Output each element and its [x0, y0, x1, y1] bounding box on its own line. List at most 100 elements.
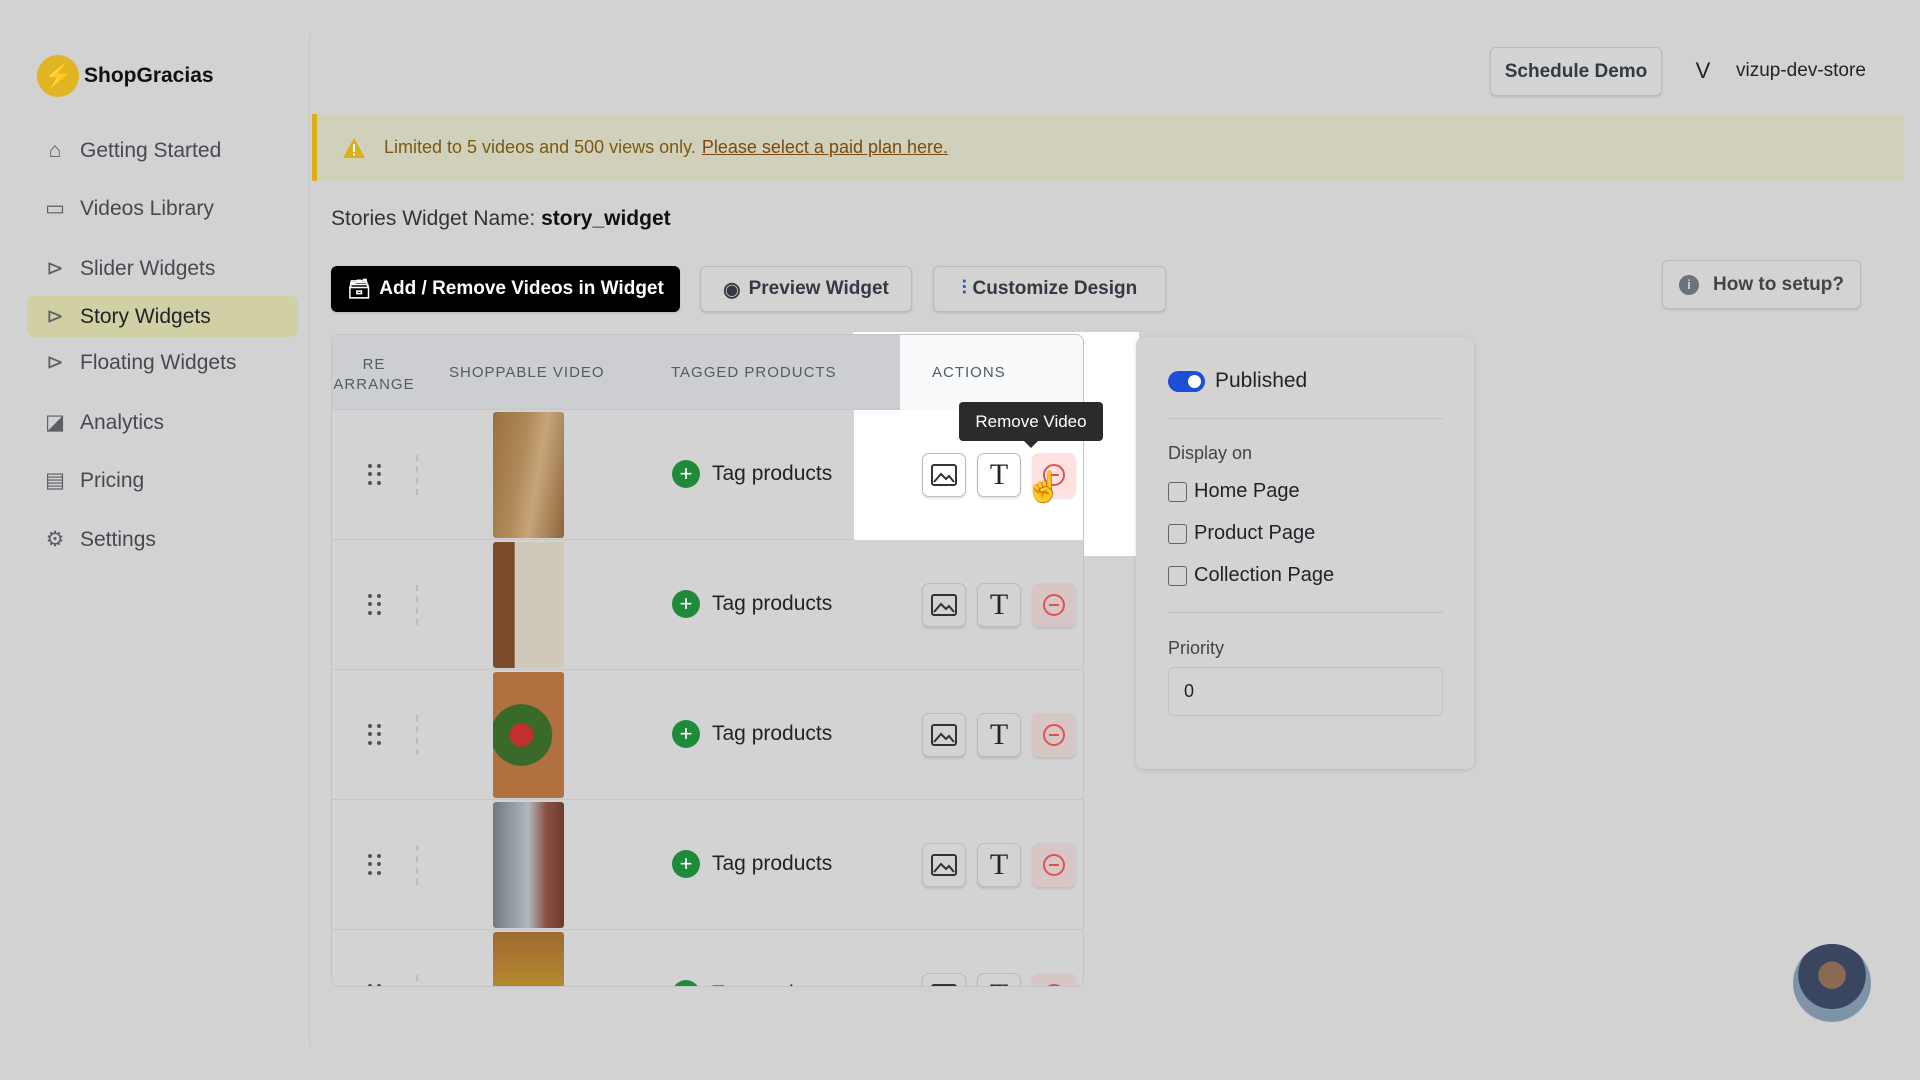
sidebar-item-floating-widgets[interactable]: ⊳ Floating Widgets: [27, 342, 298, 383]
brand-name: ShopGracias: [84, 64, 214, 87]
drag-handle-icon[interactable]: [368, 724, 382, 746]
sidebar-item-slider-widgets[interactable]: ⊳ Slider Widgets: [27, 248, 298, 289]
sidebar-item-label: Getting Started: [80, 138, 222, 162]
remove-video-button[interactable]: [1032, 843, 1076, 887]
sidebar-item-videos-library[interactable]: ▭ Videos Library: [27, 188, 298, 229]
text-icon: T: [990, 978, 1008, 986]
chart-icon: ◪: [45, 411, 65, 434]
drag-handle-icon[interactable]: [368, 984, 382, 986]
banner-text: Limited to 5 videos and 500 views only.: [384, 137, 696, 157]
drag-handle-icon[interactable]: [368, 594, 382, 616]
remove-video-button[interactable]: [1032, 713, 1076, 757]
play-circle-icon: ⊳: [46, 257, 64, 280]
priority-label: Priority: [1168, 638, 1225, 658]
checkbox[interactable]: [1168, 523, 1187, 544]
set-cover-image-button[interactable]: [922, 973, 966, 986]
sidebar-divider: [309, 34, 310, 1046]
published-label: Published: [1215, 369, 1308, 392]
sidebar-item-label: Story Widgets: [80, 304, 211, 328]
tag-products-button[interactable]: +Tag products: [672, 720, 832, 748]
hand-cursor-icon: ☝: [1025, 471, 1063, 504]
store-name[interactable]: vizup-dev-store: [1736, 60, 1866, 82]
add-remove-videos-button[interactable]: 🗃 Add / Remove Videos in Widget: [331, 266, 680, 312]
sidebar-item-label: Slider Widgets: [80, 256, 216, 280]
sidebar-item-story-widgets[interactable]: ⊳ Story Widgets: [27, 296, 298, 337]
tag-products-button[interactable]: +Tag products: [672, 590, 832, 618]
table-row: +Tag products T: [332, 540, 1083, 670]
tag-products-button[interactable]: +Tag products: [672, 980, 832, 986]
home-icon: ⌂: [48, 138, 62, 162]
widget-name: Stories Widget Name: story_widget: [331, 207, 671, 231]
header-video: SHOPPABLE VIDEO: [449, 364, 605, 381]
checkbox[interactable]: [1168, 481, 1187, 502]
priority-input[interactable]: 0: [1168, 667, 1443, 716]
display-collection-page-option[interactable]: Collection Page: [1168, 564, 1334, 587]
set-cover-image-button[interactable]: [922, 843, 966, 887]
sidebar-item-label: Videos Library: [80, 196, 214, 220]
video-thumbnail[interactable]: [493, 932, 564, 986]
image-icon: [931, 594, 957, 616]
plus-icon: +: [672, 590, 700, 618]
drag-handle-icon[interactable]: [368, 464, 382, 486]
edit-text-button[interactable]: T: [977, 843, 1021, 887]
set-cover-image-button[interactable]: [922, 713, 966, 757]
display-home-page-option[interactable]: Home Page: [1168, 480, 1300, 503]
edit-text-button[interactable]: T: [977, 583, 1021, 627]
avatar[interactable]: V: [1683, 51, 1723, 91]
sidebar-item-label: Analytics: [80, 410, 165, 434]
how-to-label: How to setup?: [1713, 273, 1844, 295]
published-toggle[interactable]: [1168, 371, 1205, 392]
preview-label: Preview Widget: [748, 278, 889, 299]
video-thumbnail[interactable]: [493, 802, 564, 928]
widget-name-label: Stories Widget Name:: [331, 207, 536, 230]
minus-circle-icon: [1043, 594, 1065, 616]
table-header: RE ARRANGE SHOPPABLE VIDEO TAGGED PRODUCT…: [332, 335, 1083, 410]
plus-icon: +: [672, 720, 700, 748]
tooltip-arrow: [1024, 441, 1038, 448]
plan-limit-banner: Limited to 5 videos and 500 views only. …: [312, 114, 1904, 181]
widget-name-value: story_widget: [541, 207, 671, 230]
info-icon: i: [1679, 274, 1700, 295]
schedule-demo-button[interactable]: Schedule Demo: [1490, 47, 1662, 96]
sliders-icon: ⫶: [961, 278, 967, 299]
image-icon: [931, 724, 957, 746]
checkbox[interactable]: [1168, 565, 1187, 586]
sidebar-item-label: Pricing: [80, 468, 145, 492]
preview-widget-button[interactable]: ◉ Preview Widget: [700, 266, 912, 312]
column-divider: [416, 845, 418, 885]
sidebar-item-label: Floating Widgets: [80, 350, 237, 374]
drag-handle-icon[interactable]: [368, 854, 382, 876]
plus-icon: +: [672, 460, 700, 488]
tag-products-button[interactable]: +Tag products: [672, 460, 832, 488]
edit-text-button[interactable]: T: [977, 973, 1021, 986]
customize-design-button[interactable]: ⫶ Customize Design: [933, 266, 1166, 312]
display-product-page-option[interactable]: Product Page: [1168, 522, 1315, 545]
plus-icon: +: [672, 850, 700, 878]
header-rearrange: RE ARRANGE: [333, 356, 415, 393]
remove-video-button[interactable]: [1032, 973, 1076, 986]
video-camera-icon: ▭: [45, 197, 65, 220]
edit-text-button[interactable]: T: [977, 713, 1021, 757]
sidebar-item-pricing[interactable]: ▤ Pricing: [27, 460, 298, 501]
sidebar-item-analytics[interactable]: ◪ Analytics: [27, 402, 298, 443]
sidebar-item-settings[interactable]: ⚙ Settings: [27, 519, 298, 560]
video-thumbnail[interactable]: [493, 542, 564, 668]
video-thumbnail[interactable]: [493, 412, 564, 538]
minus-circle-icon: [1043, 724, 1065, 746]
sidebar-item-getting-started[interactable]: ⌂ Getting Started: [27, 130, 298, 171]
video-thumbnail[interactable]: [493, 672, 564, 798]
how-to-setup-button[interactable]: i How to setup?: [1662, 260, 1861, 309]
add-remove-label: Add / Remove Videos in Widget: [379, 278, 664, 299]
tag-products-button[interactable]: +Tag products: [672, 850, 832, 878]
set-cover-image-button[interactable]: [922, 453, 966, 497]
edit-text-button[interactable]: T: [977, 453, 1021, 497]
customize-label: Customize Design: [972, 278, 1138, 299]
support-chat-avatar[interactable]: [1793, 944, 1871, 1022]
remove-video-tooltip: Remove Video: [959, 402, 1103, 441]
set-cover-image-button[interactable]: [922, 583, 966, 627]
paid-plan-link[interactable]: Please select a paid plan here.: [702, 137, 948, 158]
remove-video-button[interactable]: [1032, 583, 1076, 627]
play-circle-icon: ⊳: [46, 351, 64, 374]
text-icon: T: [989, 588, 1009, 621]
image-icon: [931, 854, 957, 876]
